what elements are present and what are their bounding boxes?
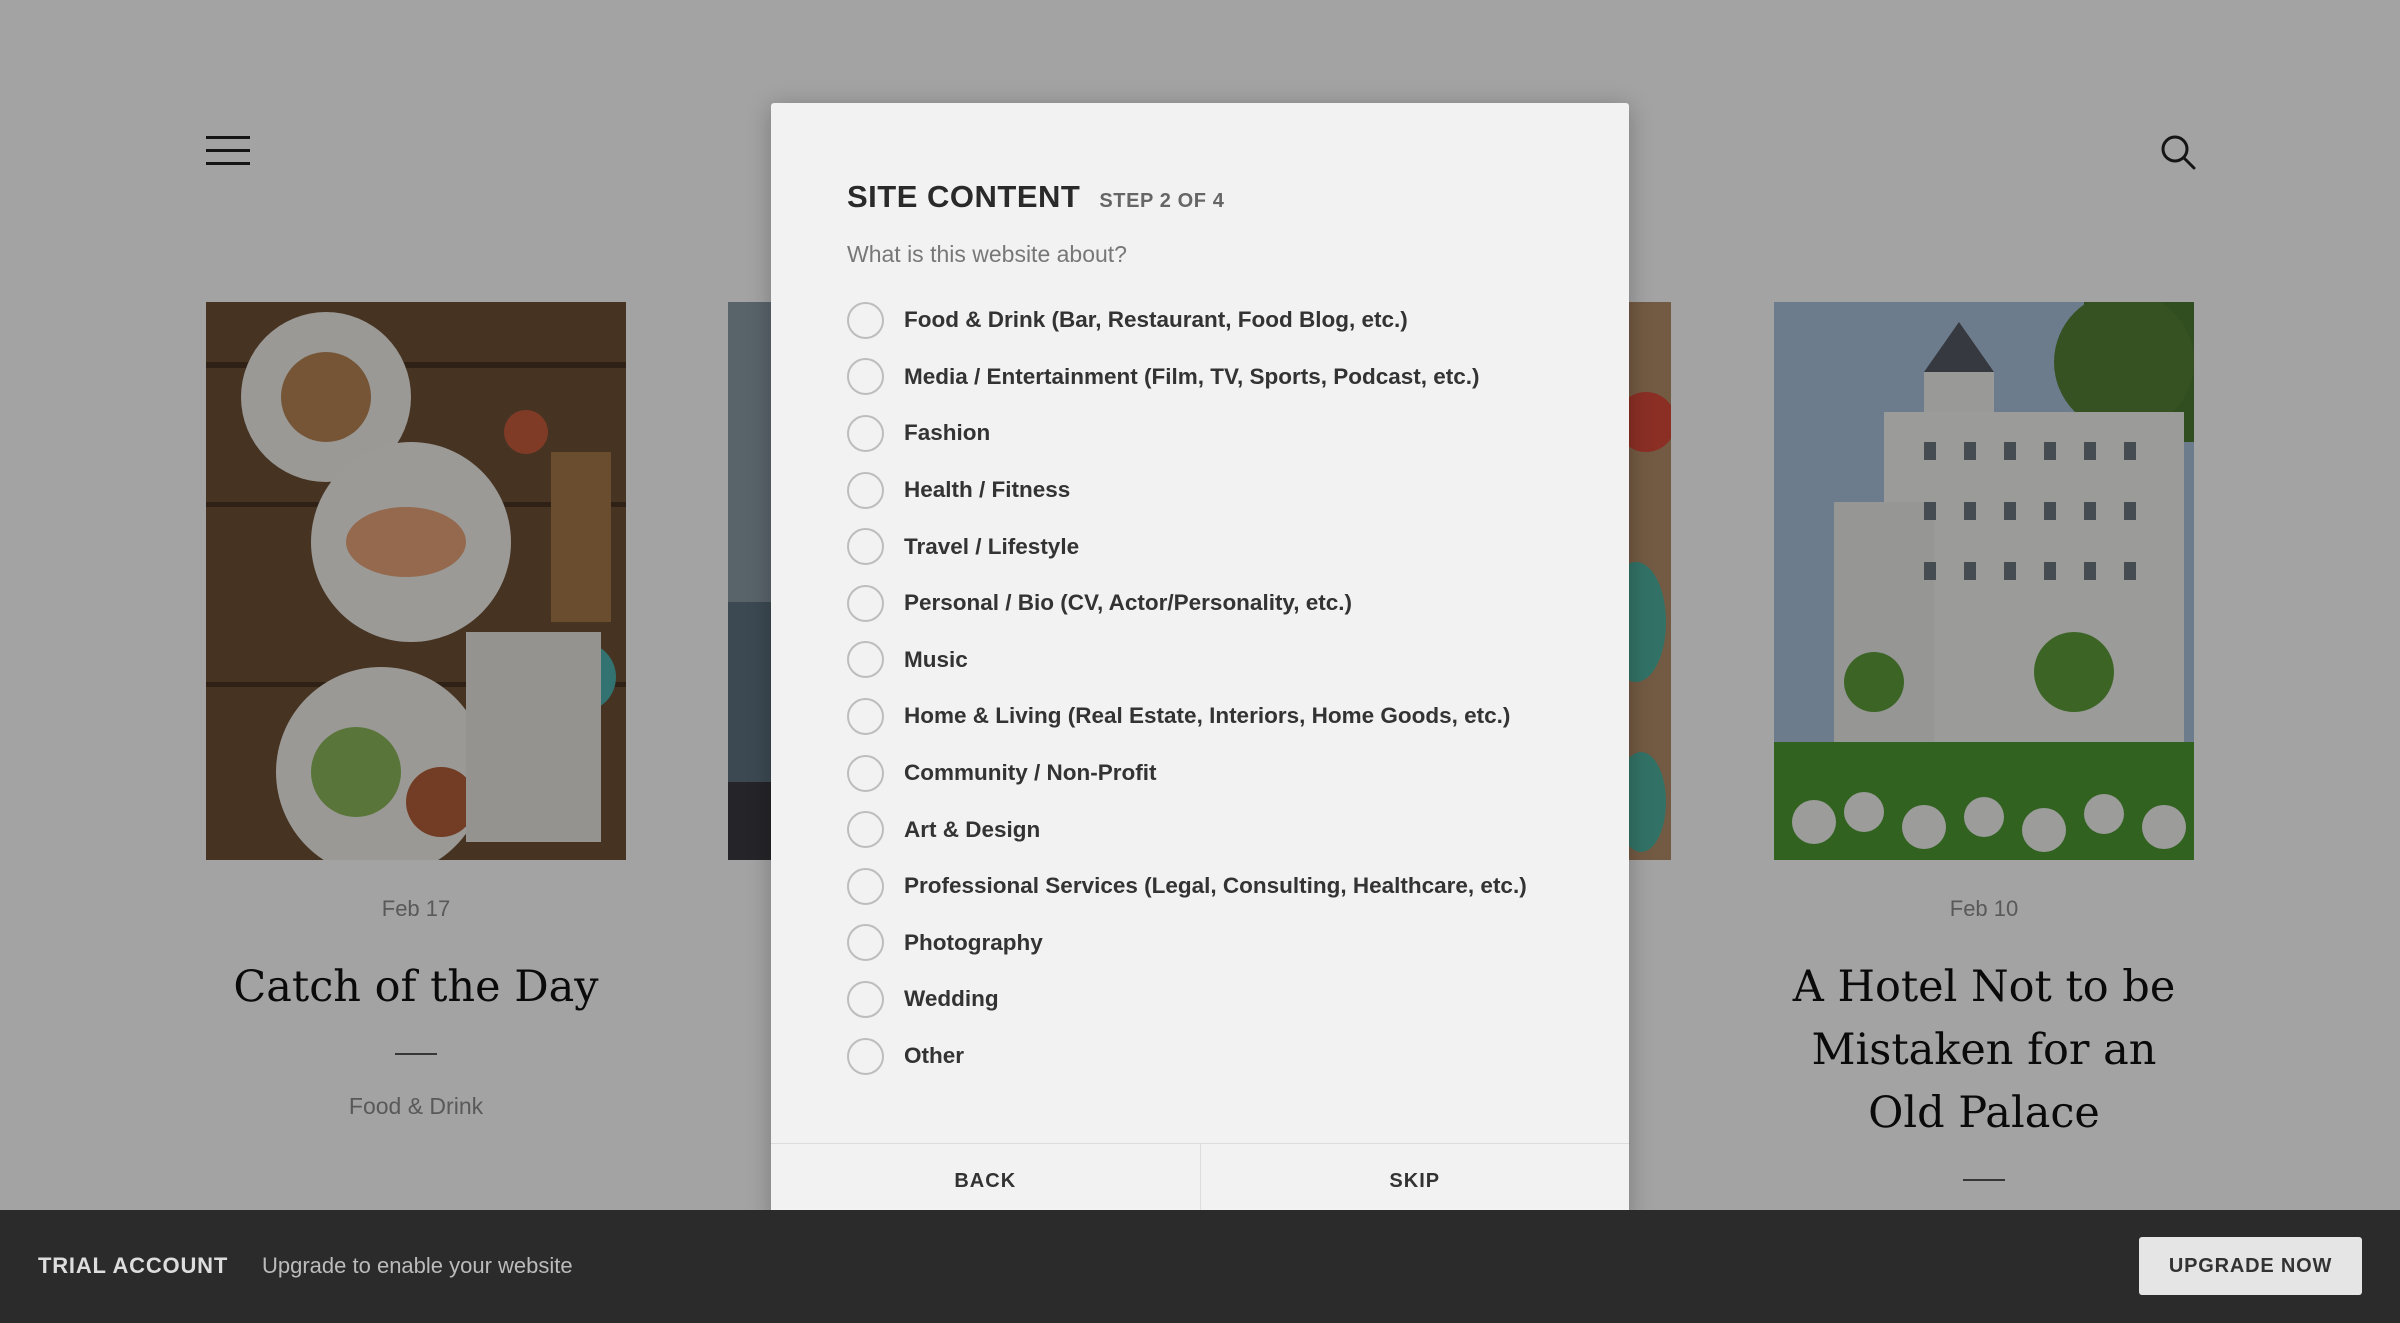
radio-button[interactable] — [847, 867, 884, 905]
option-home-living[interactable]: Home & Living (Real Estate, Interiors, H… — [847, 688, 1607, 745]
option-label: Fashion — [904, 420, 991, 446]
trial-message: Upgrade to enable your website — [262, 1253, 573, 1278]
option-label: Health / Fitness — [904, 477, 1071, 503]
option-label: Professional Services (Legal, Consulting… — [904, 873, 1527, 899]
option-fashion[interactable]: Fashion — [847, 405, 1607, 462]
radio-button[interactable] — [847, 584, 884, 622]
option-health-fitness[interactable]: Health / Fitness — [847, 462, 1607, 519]
option-travel-lifestyle[interactable]: Travel / Lifestyle — [847, 518, 1607, 575]
option-food-drink[interactable]: Food & Drink (Bar, Restaurant, Food Blog… — [847, 292, 1607, 349]
dialog-header: SITE CONTENT STEP 2 OF 4 — [847, 179, 1225, 215]
radio-button[interactable] — [847, 471, 884, 509]
option-label: Home & Living (Real Estate, Interiors, H… — [904, 703, 1511, 729]
option-personal-bio[interactable]: Personal / Bio (CV, Actor/Personality, e… — [847, 575, 1607, 632]
radio-button[interactable] — [847, 641, 884, 679]
option-label: Music — [904, 646, 968, 672]
option-label: Photography — [904, 929, 1043, 955]
dialog-question: What is this website about? — [847, 241, 1127, 267]
radio-button[interactable] — [847, 528, 884, 566]
radio-button[interactable] — [847, 301, 884, 339]
option-art-design[interactable]: Art & Design — [847, 801, 1607, 858]
option-label: Community / Non-Profit — [904, 760, 1157, 786]
option-label: Media / Entertainment (Film, TV, Sports,… — [904, 363, 1480, 389]
category-options: Food & Drink (Bar, Restaurant, Food Blog… — [847, 292, 1607, 1084]
skip-button[interactable]: SKIP — [1199, 1144, 1630, 1219]
upgrade-now-button[interactable]: UPGRADE NOW — [2139, 1237, 2362, 1295]
option-label: Wedding — [904, 986, 999, 1012]
back-button[interactable]: BACK — [771, 1144, 1200, 1219]
option-label: Other — [904, 1043, 965, 1069]
option-label: Travel / Lifestyle — [904, 533, 1080, 559]
site-content-dialog: SITE CONTENT STEP 2 OF 4 What is this we… — [771, 103, 1629, 1219]
option-label: Personal / Bio (CV, Actor/Personality, e… — [904, 590, 1353, 616]
option-label: Food & Drink (Bar, Restaurant, Food Blog… — [904, 307, 1408, 333]
option-other[interactable]: Other — [847, 1028, 1607, 1085]
dialog-footer: BACK SKIP — [771, 1143, 1629, 1219]
radio-button[interactable] — [847, 811, 884, 849]
radio-button[interactable] — [847, 1037, 884, 1075]
option-wedding[interactable]: Wedding — [847, 971, 1607, 1028]
radio-button[interactable] — [847, 924, 884, 962]
radio-button[interactable] — [847, 414, 884, 452]
radio-button[interactable] — [847, 697, 884, 735]
radio-button[interactable] — [847, 754, 884, 792]
option-media-entertainment[interactable]: Media / Entertainment (Film, TV, Sports,… — [847, 349, 1607, 406]
radio-button[interactable] — [847, 358, 884, 396]
option-professional-services[interactable]: Professional Services (Legal, Consulting… — [847, 858, 1607, 915]
option-label: Art & Design — [904, 816, 1041, 842]
option-music[interactable]: Music — [847, 632, 1607, 689]
trial-account-label: TRIAL ACCOUNT — [38, 1253, 229, 1278]
step-indicator: STEP 2 OF 4 — [1099, 190, 1225, 212]
radio-button[interactable] — [847, 980, 884, 1018]
option-community-nonprofit[interactable]: Community / Non-Profit — [847, 745, 1607, 802]
trial-account-bar: TRIAL ACCOUNT Upgrade to enable your web… — [0, 1210, 2400, 1323]
option-photography[interactable]: Photography — [847, 915, 1607, 972]
dialog-title: SITE CONTENT — [847, 179, 1081, 214]
